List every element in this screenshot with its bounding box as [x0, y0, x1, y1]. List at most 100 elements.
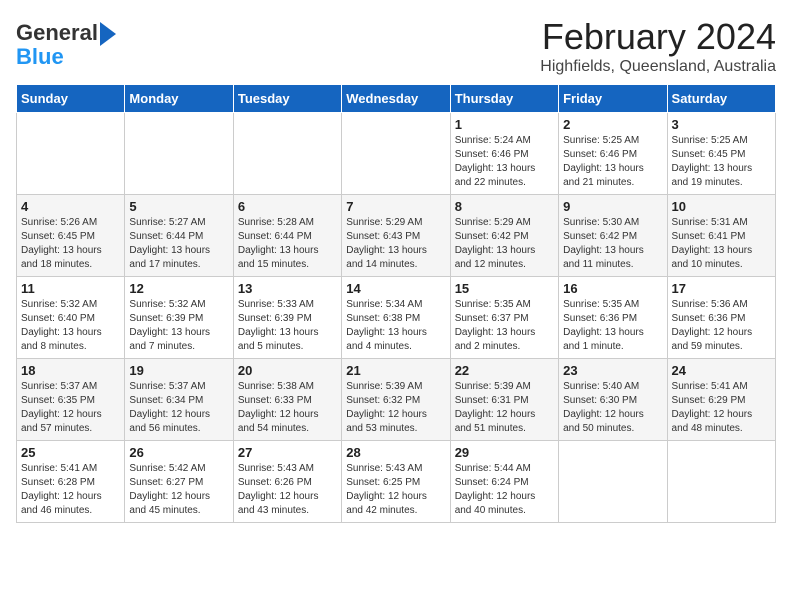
day-info: Sunrise: 5:43 AM Sunset: 6:26 PM Dayligh… [238, 462, 337, 518]
calendar-week-row: 18 Sunrise: 5:37 AM Sunset: 6:35 PM Dayli… [17, 359, 776, 441]
column-header-saturday: Saturday [667, 85, 775, 113]
day-info: Sunrise: 5:43 AM Sunset: 6:25 PM Dayligh… [346, 462, 445, 518]
day-number: 26 [129, 445, 228, 460]
calendar-cell: 23 Sunrise: 5:40 AM Sunset: 6:30 PM Dayli… [559, 359, 667, 441]
day-number: 23 [563, 363, 662, 378]
calendar-cell: 21 Sunrise: 5:39 AM Sunset: 6:32 PM Dayli… [342, 359, 450, 441]
calendar-cell: 7 Sunrise: 5:29 AM Sunset: 6:43 PM Daylig… [342, 195, 450, 277]
day-info: Sunrise: 5:33 AM Sunset: 6:39 PM Dayligh… [238, 298, 337, 354]
logo: General Blue [16, 20, 116, 68]
day-number: 2 [563, 117, 662, 132]
day-info: Sunrise: 5:44 AM Sunset: 6:24 PM Dayligh… [455, 462, 554, 518]
day-info: Sunrise: 5:41 AM Sunset: 6:29 PM Dayligh… [672, 380, 771, 436]
calendar-cell [233, 113, 341, 195]
calendar-cell [559, 441, 667, 523]
day-info: Sunrise: 5:32 AM Sunset: 6:40 PM Dayligh… [21, 298, 120, 354]
day-number: 27 [238, 445, 337, 460]
calendar-cell: 24Sunrise: 5:41 AM Sunset: 6:29 PM Dayli… [667, 359, 775, 441]
calendar-cell: 19Sunrise: 5:37 AM Sunset: 6:34 PM Dayli… [125, 359, 233, 441]
day-info: Sunrise: 5:34 AM Sunset: 6:38 PM Dayligh… [346, 298, 445, 354]
calendar-cell: 3Sunrise: 5:25 AM Sunset: 6:45 PM Daylig… [667, 113, 775, 195]
calendar-cell: 18 Sunrise: 5:37 AM Sunset: 6:35 PM Dayli… [17, 359, 125, 441]
day-number: 22 [455, 363, 554, 378]
calendar-cell: 12 Sunrise: 5:32 AM Sunset: 6:39 PM Dayli… [125, 277, 233, 359]
calendar-week-row: 25Sunrise: 5:41 AM Sunset: 6:28 PM Dayli… [17, 441, 776, 523]
day-info: Sunrise: 5:36 AM Sunset: 6:36 PM Dayligh… [672, 298, 771, 354]
day-number: 4 [21, 199, 120, 214]
day-number: 7 [346, 199, 445, 214]
calendar-header-row: SundayMondayTuesdayWednesdayThursdayFrid… [17, 85, 776, 113]
day-number: 20 [238, 363, 337, 378]
calendar-table: SundayMondayTuesdayWednesdayThursdayFrid… [16, 84, 776, 523]
calendar-cell: 10Sunrise: 5:31 AM Sunset: 6:41 PM Dayli… [667, 195, 775, 277]
column-header-monday: Monday [125, 85, 233, 113]
day-info: Sunrise: 5:37 AM Sunset: 6:34 PM Dayligh… [129, 380, 228, 436]
calendar-cell: 4 Sunrise: 5:26 AM Sunset: 6:45 PM Daylig… [17, 195, 125, 277]
day-number: 17 [672, 281, 771, 296]
calendar-cell [17, 113, 125, 195]
column-header-tuesday: Tuesday [233, 85, 341, 113]
day-info: Sunrise: 5:31 AM Sunset: 6:41 PM Dayligh… [672, 216, 771, 272]
column-header-wednesday: Wednesday [342, 85, 450, 113]
column-header-sunday: Sunday [17, 85, 125, 113]
calendar-cell: 11 Sunrise: 5:32 AM Sunset: 6:40 PM Dayli… [17, 277, 125, 359]
calendar-cell: 22 Sunrise: 5:39 AM Sunset: 6:31 PM Dayli… [450, 359, 558, 441]
column-header-friday: Friday [559, 85, 667, 113]
day-number: 18 [21, 363, 120, 378]
day-info: Sunrise: 5:41 AM Sunset: 6:28 PM Dayligh… [21, 462, 120, 518]
calendar-cell [125, 113, 233, 195]
logo-text-line1: General [16, 22, 98, 44]
day-info: Sunrise: 5:29 AM Sunset: 6:43 PM Dayligh… [346, 216, 445, 272]
page-title: February 2024 [540, 16, 776, 58]
day-number: 28 [346, 445, 445, 460]
calendar-week-row: 4 Sunrise: 5:26 AM Sunset: 6:45 PM Daylig… [17, 195, 776, 277]
header: General Blue February 2024 Highfields, Q… [16, 16, 776, 76]
calendar-cell: 5 Sunrise: 5:27 AM Sunset: 6:44 PM Daylig… [125, 195, 233, 277]
calendar-cell: 25Sunrise: 5:41 AM Sunset: 6:28 PM Dayli… [17, 441, 125, 523]
day-info: Sunrise: 5:40 AM Sunset: 6:30 PM Dayligh… [563, 380, 662, 436]
calendar-week-row: 1 Sunrise: 5:24 AM Sunset: 6:46 PM Daylig… [17, 113, 776, 195]
calendar-cell: 8Sunrise: 5:29 AM Sunset: 6:42 PM Daylig… [450, 195, 558, 277]
day-info: Sunrise: 5:39 AM Sunset: 6:31 PM Dayligh… [455, 380, 554, 436]
day-number: 5 [129, 199, 228, 214]
calendar-week-row: 11 Sunrise: 5:32 AM Sunset: 6:40 PM Dayli… [17, 277, 776, 359]
day-info: Sunrise: 5:39 AM Sunset: 6:32 PM Dayligh… [346, 380, 445, 436]
calendar-cell: 16 Sunrise: 5:35 AM Sunset: 6:36 PM Dayli… [559, 277, 667, 359]
day-number: 12 [129, 281, 228, 296]
day-info: Sunrise: 5:27 AM Sunset: 6:44 PM Dayligh… [129, 216, 228, 272]
day-info: Sunrise: 5:37 AM Sunset: 6:35 PM Dayligh… [21, 380, 120, 436]
day-info: Sunrise: 5:42 AM Sunset: 6:27 PM Dayligh… [129, 462, 228, 518]
calendar-cell: 14 Sunrise: 5:34 AM Sunset: 6:38 PM Dayli… [342, 277, 450, 359]
day-info: Sunrise: 5:32 AM Sunset: 6:39 PM Dayligh… [129, 298, 228, 354]
logo-arrow-icon [100, 22, 116, 46]
day-info: Sunrise: 5:24 AM Sunset: 6:46 PM Dayligh… [455, 134, 554, 190]
day-number: 16 [563, 281, 662, 296]
calendar-cell: 17 Sunrise: 5:36 AM Sunset: 6:36 PM Dayli… [667, 277, 775, 359]
calendar-cell: 29Sunrise: 5:44 AM Sunset: 6:24 PM Dayli… [450, 441, 558, 523]
calendar-cell [667, 441, 775, 523]
day-info: Sunrise: 5:35 AM Sunset: 6:37 PM Dayligh… [455, 298, 554, 354]
day-info: Sunrise: 5:29 AM Sunset: 6:42 PM Dayligh… [455, 216, 554, 272]
calendar-cell: 1 Sunrise: 5:24 AM Sunset: 6:46 PM Daylig… [450, 113, 558, 195]
day-number: 13 [238, 281, 337, 296]
day-number: 11 [21, 281, 120, 296]
calendar-cell: 9Sunrise: 5:30 AM Sunset: 6:42 PM Daylig… [559, 195, 667, 277]
day-info: Sunrise: 5:35 AM Sunset: 6:36 PM Dayligh… [563, 298, 662, 354]
calendar-cell: 2 Sunrise: 5:25 AM Sunset: 6:46 PM Daylig… [559, 113, 667, 195]
day-info: Sunrise: 5:25 AM Sunset: 6:46 PM Dayligh… [563, 134, 662, 190]
day-number: 15 [455, 281, 554, 296]
column-header-thursday: Thursday [450, 85, 558, 113]
day-info: Sunrise: 5:26 AM Sunset: 6:45 PM Dayligh… [21, 216, 120, 272]
calendar-cell: 20 Sunrise: 5:38 AM Sunset: 6:33 PM Dayli… [233, 359, 341, 441]
logo-text-line2: Blue [16, 46, 64, 68]
day-number: 6 [238, 199, 337, 214]
calendar-cell [342, 113, 450, 195]
day-info: Sunrise: 5:30 AM Sunset: 6:42 PM Dayligh… [563, 216, 662, 272]
calendar-cell: 26 Sunrise: 5:42 AM Sunset: 6:27 PM Dayli… [125, 441, 233, 523]
calendar-cell: 13 Sunrise: 5:33 AM Sunset: 6:39 PM Dayli… [233, 277, 341, 359]
day-number: 1 [455, 117, 554, 132]
day-number: 21 [346, 363, 445, 378]
day-info: Sunrise: 5:38 AM Sunset: 6:33 PM Dayligh… [238, 380, 337, 436]
calendar-cell: 28 Sunrise: 5:43 AM Sunset: 6:25 PM Dayli… [342, 441, 450, 523]
day-number: 14 [346, 281, 445, 296]
